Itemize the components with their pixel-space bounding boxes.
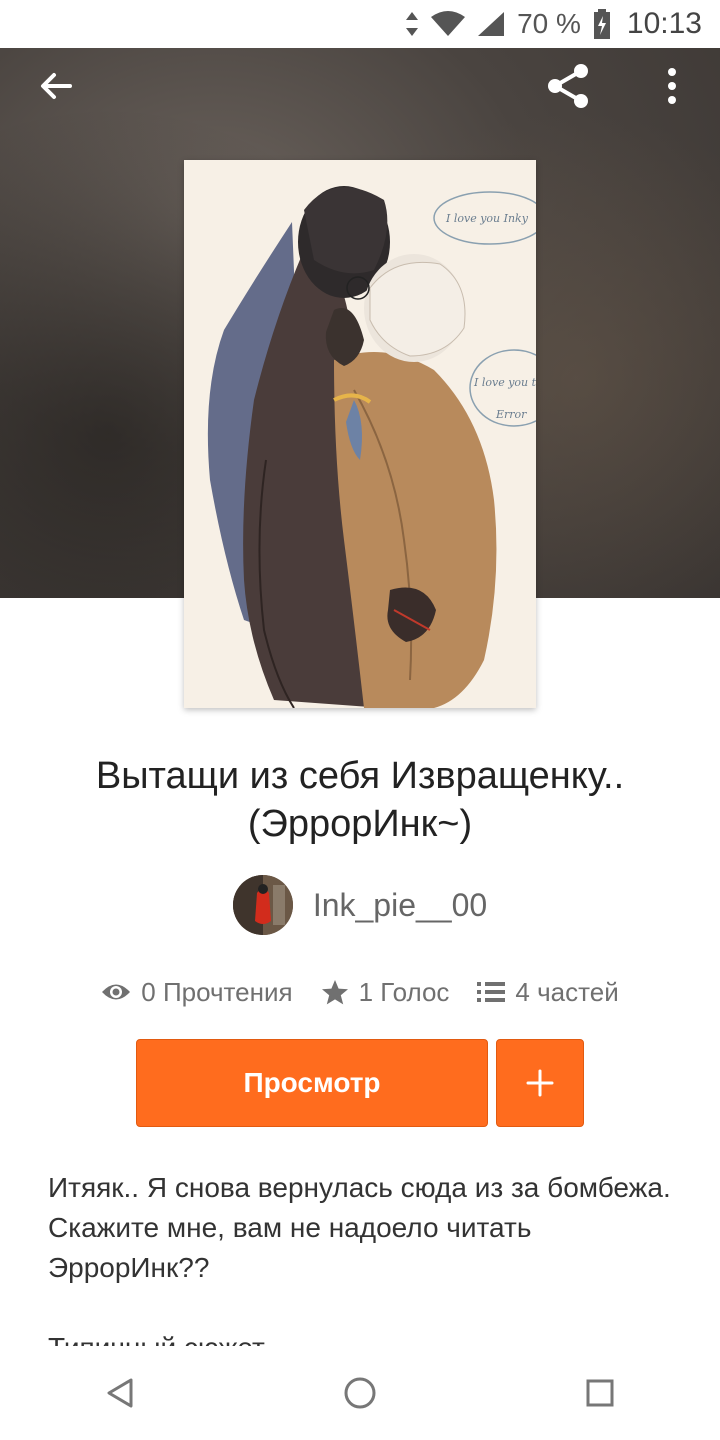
parts-stat: 4 частей: [477, 976, 619, 1008]
bubble-2-text-a: I love you t: [473, 376, 536, 389]
status-time: 10:13: [626, 7, 702, 40]
nav-home-button[interactable]: [330, 1363, 390, 1423]
circle-home-icon: [344, 1377, 376, 1409]
parts-count: 4 частей: [515, 976, 619, 1007]
story-cover[interactable]: I love you Inky I love you t Error: [184, 160, 536, 708]
author-row[interactable]: Ink_pie__00: [0, 874, 720, 936]
author-avatar[interactable]: [232, 875, 293, 935]
eye-icon: [102, 984, 131, 1000]
star-icon: [321, 980, 348, 1005]
story-description: Итяяк.. Я снова вернулась сюда из за бом…: [48, 1168, 678, 1346]
story-stats: 0 Прочтения 1 Голос 4 частей: [0, 972, 720, 1012]
votes-stat: 1 Голос: [321, 976, 450, 1008]
signal-icon: [477, 11, 505, 37]
description-paragraph-2: Типичный сюжет: [48, 1328, 678, 1346]
votes-count: 1 Голос: [358, 976, 450, 1007]
story-title: Вытащи из себя Извращенку.. (ЭррорИнк~): [95, 755, 625, 845]
more-vertical-icon: [668, 68, 676, 104]
back-button[interactable]: [28, 58, 84, 114]
bubble-1-text: I love you Inky: [445, 212, 529, 225]
list-icon: [477, 982, 506, 1002]
cover-illustration: I love you Inky I love you t Error: [184, 160, 536, 708]
plus-icon: [526, 1069, 554, 1097]
nav-recents-button[interactable]: [570, 1363, 630, 1423]
read-button[interactable]: Просмотр: [136, 1039, 488, 1127]
author-name[interactable]: Ink_pie__00: [313, 887, 487, 924]
arrow-left-icon: [41, 73, 72, 99]
wifi-icon: [431, 11, 466, 37]
reads-count: 0 Прочтения: [141, 976, 293, 1007]
nav-back-button[interactable]: [90, 1363, 150, 1423]
status-bar: 70 % 10:13: [0, 0, 720, 48]
bubble-2-text-b: Error: [495, 408, 527, 421]
share-icon: [548, 64, 588, 108]
more-button[interactable]: [644, 58, 700, 114]
battery-percent: 70 %: [517, 8, 581, 39]
triangle-back-icon: [107, 1378, 133, 1408]
system-nav-bar: [0, 1346, 720, 1440]
data-arrows-icon: [405, 11, 419, 37]
square-recents-icon: [586, 1379, 614, 1407]
share-button[interactable]: [540, 58, 596, 114]
add-to-library-button[interactable]: [496, 1039, 584, 1127]
description-paragraph-1: Итяяк.. Я снова вернулась сюда из за бом…: [48, 1172, 671, 1283]
reads-stat: 0 Прочтения: [101, 976, 293, 1008]
battery-charging-icon: [593, 9, 611, 39]
